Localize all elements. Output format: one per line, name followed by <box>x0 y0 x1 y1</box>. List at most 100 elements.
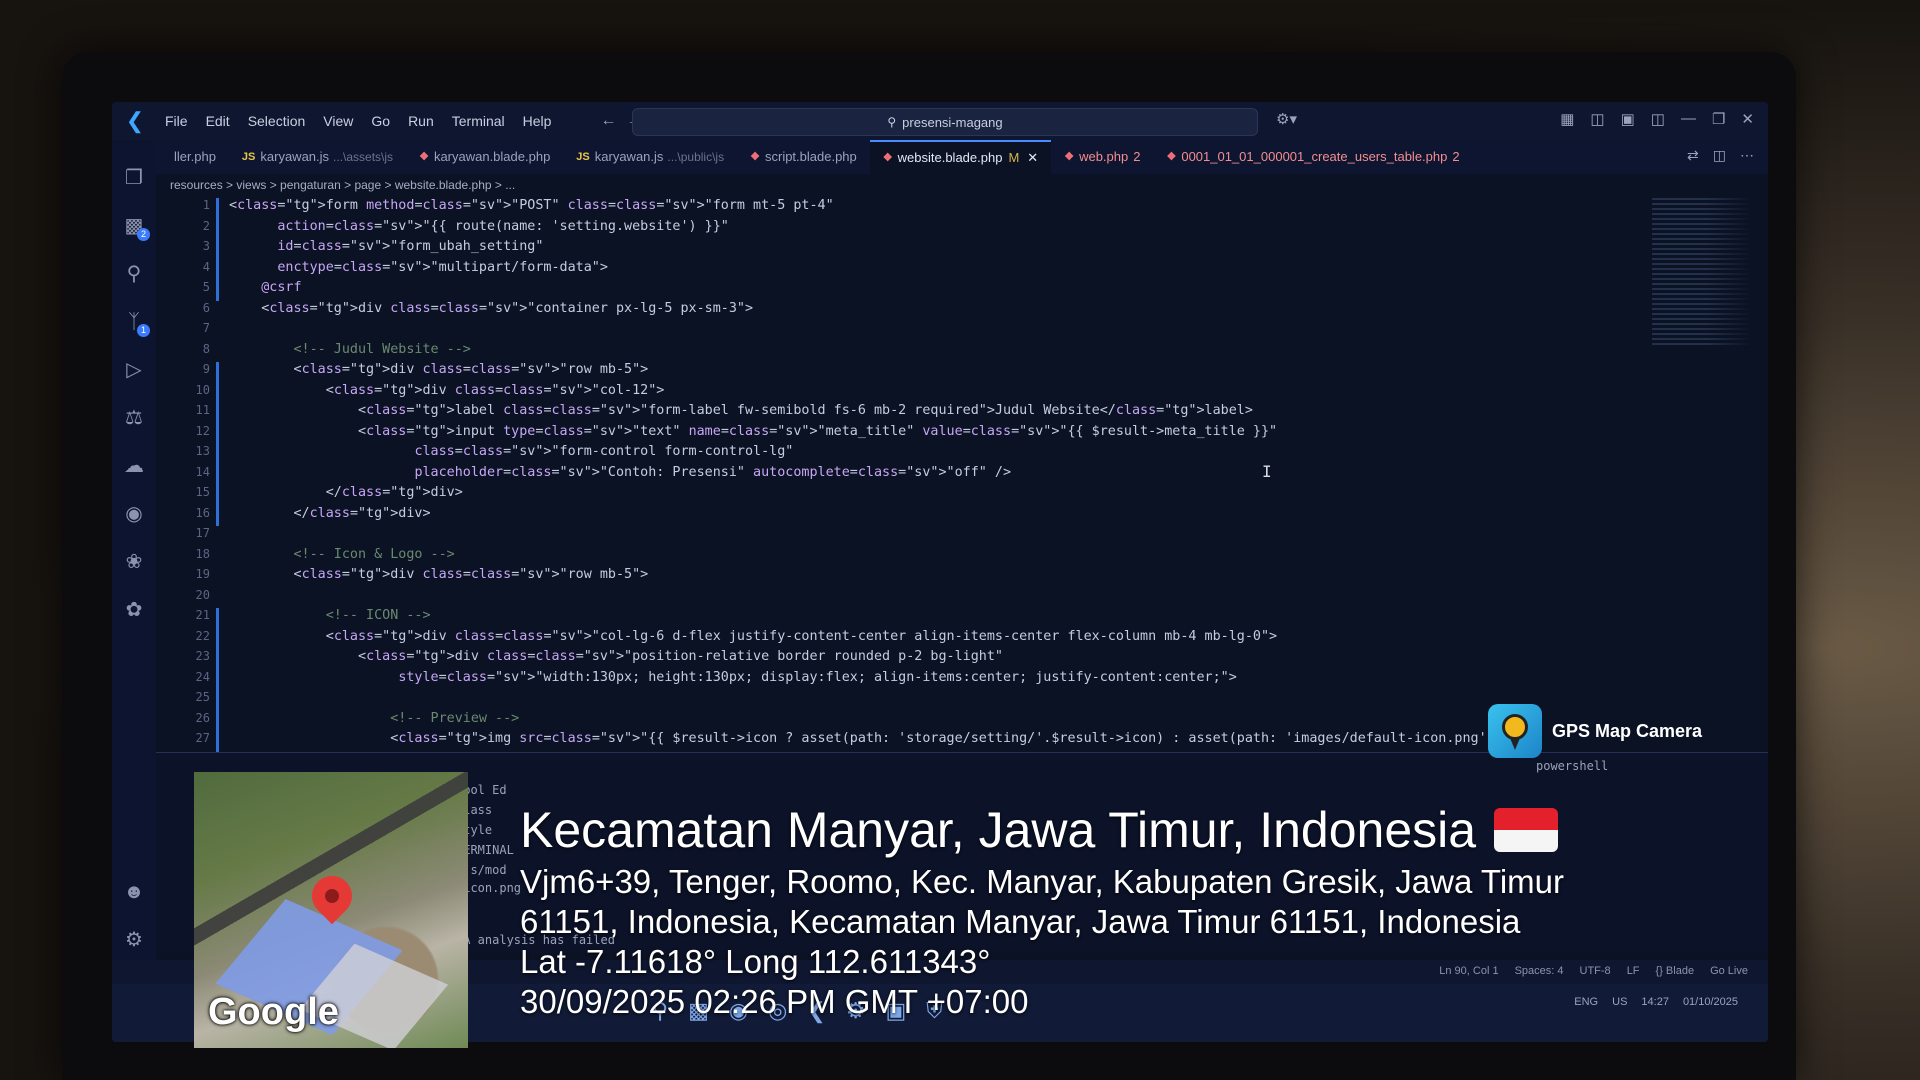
tab-karyawan-js-assets[interactable]: JS karyawan.js ...\assets\js <box>229 140 406 174</box>
gear-icon[interactable]: ⚙ <box>112 916 156 964</box>
command-center-label: presensi-magang <box>902 114 1003 130</box>
menu-go[interactable]: Go <box>362 113 399 129</box>
indonesia-flag-icon <box>1494 808 1559 852</box>
secondary-sidebar-icon[interactable]: ◫ <box>1651 110 1665 128</box>
explorer-icon[interactable]: ❐ <box>112 154 156 202</box>
account-icon[interactable]: ☻ <box>112 868 156 916</box>
code-text: <class="tg">div class=class="sv">"contai… <box>229 300 754 316</box>
tab-website-blade[interactable]: ❖ website.blade.php M ✕ <box>869 140 1052 174</box>
code-text: <class="tg">div class=class="sv">"row mb… <box>229 567 649 582</box>
line-number: 27 <box>195 731 210 745</box>
line-number: 16 <box>195 505 210 520</box>
close-icon[interactable]: ✕ <box>1741 110 1754 128</box>
extensions-remote-icon[interactable]: ▩ 2 <box>112 202 156 250</box>
close-tab-icon[interactable]: ✕ <box>1027 142 1038 174</box>
tab-script-blade[interactable]: ❖ script.blade.php <box>737 140 870 174</box>
back-arrow-icon[interactable]: ← <box>600 112 626 129</box>
source-control-icon[interactable]: ᛉ1 <box>112 298 156 346</box>
line-number: 25 <box>195 690 210 704</box>
tab-label: karyawan.blade.php <box>433 149 551 164</box>
menu-file[interactable]: File <box>156 113 197 129</box>
code-text: </class="tg">div> <box>229 485 463 500</box>
location-title-text: Kecamatan Manyar, Jawa Timur, Indonesia <box>520 802 1477 858</box>
line-number: 21 <box>195 608 210 622</box>
line-number: 22 <box>195 628 210 643</box>
breadcrumb[interactable]: resources > views > pengaturan > page > … <box>170 178 515 192</box>
code-text: style=class="sv">"width:130px; height:13… <box>398 669 1237 685</box>
timestamp: 30/09/2025 02:26 PM GMT +07:00 <box>520 983 1029 1020</box>
sidebar-toggle-icon[interactable]: ◫ <box>1590 110 1604 128</box>
text-cursor-icon: I <box>1262 462 1272 481</box>
menu-edit[interactable]: Edit <box>197 113 239 129</box>
remote-explorer-icon[interactable]: ☁ <box>112 442 156 490</box>
line-number: 5 <box>202 280 210 294</box>
line-number: 23 <box>195 649 210 663</box>
line-number: 15 <box>195 485 210 499</box>
layout-toggle-icon[interactable]: ▦ <box>1560 110 1574 128</box>
tab-path: ...\assets\js <box>333 150 394 164</box>
tab-web-php[interactable]: ❖ web.php 2 <box>1051 140 1153 174</box>
split-editor-icon[interactable]: ◫ <box>1713 147 1726 164</box>
menu-run[interactable]: Run <box>399 113 443 129</box>
code-text: <!-- ICON --> <box>229 608 431 623</box>
tab-controller[interactable]: ller.php <box>156 140 229 174</box>
google-logo: Google <box>208 991 339 1033</box>
panel-toggle-icon[interactable]: ▣ <box>1621 110 1635 128</box>
code-text: <class="tg">label class=class="sv">"form… <box>229 403 1253 418</box>
tab-migration[interactable]: ❖ 0001_01_01_000001_create_users_table.p… <box>1153 140 1472 174</box>
compare-icon[interactable]: ⇄ <box>1687 147 1699 164</box>
line-number: 6 <box>202 300 210 315</box>
line-number: 7 <box>202 321 210 335</box>
blade-file-icon: ❖ <box>750 151 760 163</box>
restore-icon[interactable]: ❐ <box>1712 110 1725 128</box>
blade-file-icon: ❖ <box>419 151 429 163</box>
gps-location-title: Kecamatan Manyar, Jawa Timur, Indonesia <box>520 798 1820 862</box>
line-number: 11 <box>195 403 210 417</box>
modified-indicator: M <box>1008 150 1020 165</box>
extensions-icon[interactable]: ✿ <box>112 586 156 634</box>
run-debug-icon[interactable]: ▷ <box>112 346 156 394</box>
code-text: <class="tg">img src=class="sv">"{{ $resu… <box>229 731 1527 746</box>
tab-label: website.blade.php <box>897 150 1003 165</box>
json-icon[interactable]: ◉ <box>112 490 156 538</box>
line-number: 14 <box>195 464 210 479</box>
editor-tabs: ller.php JS karyawan.js ...\assets\js ❖ … <box>156 140 1768 174</box>
menu-help[interactable]: Help <box>514 113 561 129</box>
line-number: 20 <box>195 587 210 602</box>
tab-label: 0001_01_01_000001_create_users_table.php <box>1181 149 1448 164</box>
menu-view[interactable]: View <box>314 113 362 129</box>
minimap[interactable] <box>1652 198 1752 348</box>
blade-file-icon: ❖ <box>882 152 893 164</box>
code-text: <class="tg">div class=class="sv">"row mb… <box>229 362 649 377</box>
code-editor[interactable]: 1 <class="tg">form method=class="sv">"POS… <box>156 198 1716 772</box>
vscode-logo-icon: ❮ <box>125 108 145 133</box>
line-number: 13 <box>195 444 210 458</box>
code-text: @csrf <box>261 280 302 295</box>
menu-selection[interactable]: Selection <box>239 113 315 129</box>
code-text: <class="tg">form method=class="sv">"POST… <box>229 198 834 213</box>
search-icon[interactable]: ⚲ <box>112 250 156 298</box>
minimize-icon[interactable]: — <box>1681 110 1696 128</box>
gps-camera-logo-icon <box>1488 704 1542 758</box>
code-text: class=class="sv">"form-control form-cont… <box>414 444 794 459</box>
line-number: 10 <box>195 382 210 397</box>
gps-app-name: GPS Map Camera <box>1552 720 1703 741</box>
line-number: 9 <box>202 362 210 376</box>
menu-terminal[interactable]: Terminal <box>443 113 514 129</box>
search-icon: ⚲ <box>887 115 897 129</box>
map-thumbnail: Google <box>194 772 468 1048</box>
tab-karyawan-blade[interactable]: ❖ karyawan.blade.php <box>406 140 563 174</box>
command-center-search[interactable]: ⚲ presensi-magang <box>632 108 1258 136</box>
tab-karyawan-js-public[interactable]: JS karyawan.js ...\public\js <box>563 140 737 174</box>
line-number: 4 <box>202 259 210 274</box>
more-actions-icon[interactable]: ⋯ <box>1740 147 1754 164</box>
leaf-icon[interactable]: ❀ <box>112 538 156 586</box>
blade-file-icon: ❖ <box>1166 151 1177 163</box>
line-number: 26 <box>195 710 210 725</box>
code-text: <class="tg">div class=class="sv">"positi… <box>229 649 1003 664</box>
testing-flask-icon[interactable]: ⚖ <box>112 394 156 442</box>
copilot-icon[interactable]: ⚙▾ <box>1276 110 1297 128</box>
tab-label: web.php <box>1079 149 1129 164</box>
code-text: id=class="sv">"form_ubah_setting" <box>277 239 544 254</box>
window-controls: ▦ ◫ ▣ ◫ — ❐ ✕ <box>1560 110 1754 128</box>
